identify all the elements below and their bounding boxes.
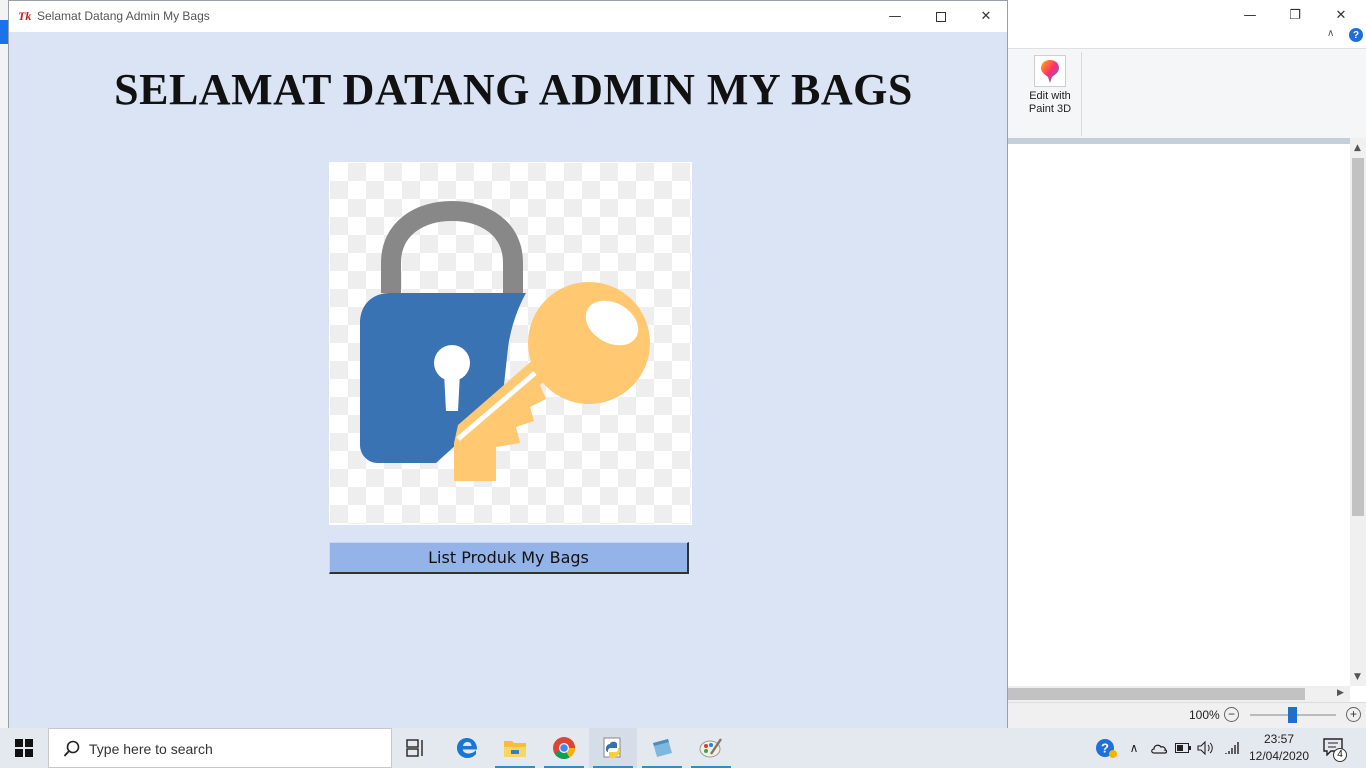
admin-window: Tk Selamat Datang Admin My Bags — ✕ SELA… — [8, 0, 1008, 728]
ribbon-collapse-icon[interactable]: ∧ — [1327, 28, 1334, 39]
task-view-icon[interactable] — [392, 728, 440, 768]
background-minimize-icon[interactable]: — — [1227, 0, 1273, 30]
python-icon[interactable] — [589, 728, 637, 768]
close-icon[interactable]: ✕ — [963, 1, 1009, 32]
maximize-icon[interactable] — [918, 1, 964, 32]
help-tray-icon[interactable]: ? — [1094, 728, 1118, 768]
chrome-icon[interactable] — [540, 728, 588, 768]
background-restore-icon[interactable]: ❐ — [1272, 0, 1318, 30]
paint3d-label: Edit with Paint 3D — [1018, 90, 1082, 116]
scroll-up-icon[interactable]: ▲ — [1354, 143, 1361, 153]
file-explorer-icon[interactable] — [491, 728, 539, 768]
paint-canvas[interactable] — [1008, 144, 1350, 686]
horizontal-scroll-thumb[interactable] — [1008, 688, 1305, 700]
paint3d-label-line2: Paint 3D — [1028, 103, 1072, 115]
clock-date: 12/04/2020 — [1248, 749, 1310, 763]
page-title: SELAMAT DATANG ADMIN MY BAGS — [114, 65, 913, 114]
background-titlebar: — ❐ ✕ — [1008, 0, 1366, 30]
zoom-level: 100% — [1189, 708, 1220, 722]
background-ribbon-tabs — [1008, 30, 1366, 48]
zoom-in-button[interactable]: + — [1346, 707, 1361, 722]
notification-count-badge: 4 — [1333, 748, 1347, 762]
lock-and-key-icon — [329, 162, 692, 525]
wifi-icon[interactable] — [1222, 728, 1242, 768]
paint3d-label-line1: Edit with — [1029, 90, 1071, 102]
svg-text:?: ? — [1101, 741, 1109, 756]
paint3d-icon — [1034, 55, 1066, 87]
background-close-icon[interactable]: ✕ — [1318, 0, 1364, 30]
search-placeholder: Type here to search — [89, 741, 213, 757]
taskbar: Type here to search ? ∧ 23:57 12/04/2020… — [0, 728, 1366, 768]
battery-icon[interactable] — [1174, 728, 1192, 768]
window-title: Selamat Datang Admin My Bags — [37, 9, 210, 23]
scroll-right-icon[interactable]: ▶ — [1337, 688, 1344, 698]
volume-icon[interactable] — [1196, 728, 1216, 768]
windows-start-icon[interactable] — [0, 728, 48, 768]
vertical-scroll-thumb[interactable] — [1352, 158, 1364, 516]
show-hidden-icons-icon[interactable]: ∧ — [1125, 728, 1143, 768]
taskbar-search-box[interactable]: Type here to search — [48, 728, 392, 768]
background-accent — [0, 20, 8, 44]
system-clock[interactable]: 23:57 12/04/2020 — [1244, 731, 1314, 765]
help-icon[interactable]: ? — [1349, 28, 1363, 42]
zoom-out-button[interactable]: − — [1224, 707, 1239, 722]
window-titlebar[interactable]: Tk Selamat Datang Admin My Bags — ✕ — [9, 1, 1007, 32]
edge-browser-icon[interactable] — [443, 728, 491, 768]
zoom-slider-thumb[interactable] — [1288, 707, 1297, 723]
search-icon — [63, 740, 80, 757]
tk-logo-icon: Tk — [18, 9, 32, 23]
notepad-icon[interactable] — [638, 728, 686, 768]
minimize-icon[interactable]: — — [872, 1, 918, 32]
edit-with-paint3d-button[interactable]: Edit with Paint 3D — [1018, 52, 1082, 136]
list-produk-button[interactable]: List Produk My Bags — [329, 542, 689, 574]
scroll-down-icon[interactable]: ▼ — [1354, 672, 1361, 682]
paint-icon[interactable] — [687, 728, 735, 768]
clock-time: 23:57 — [1263, 732, 1295, 746]
onedrive-cloud-icon[interactable] — [1149, 728, 1169, 768]
background-left-strip — [0, 0, 8, 728]
